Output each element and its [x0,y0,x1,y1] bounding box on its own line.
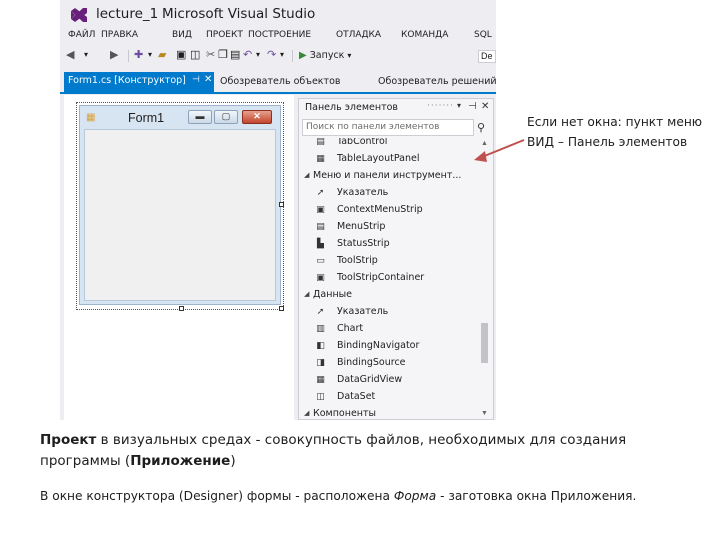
project-definition-text: в визуальных средах - совокупность файло… [40,432,627,469]
callout-note: Если нет окна: пункт меню ВИД – Панель э… [527,115,703,149]
designer-description-text: В окне конструктора (Designer) формы - р… [40,489,394,503]
designer-description-end: - заготовка окна Приложения. [436,489,637,503]
term-form: Форма [393,489,437,503]
term-project: Проект [40,432,97,448]
term-application: Приложение [130,453,231,469]
designer-description: В окне конструктора (Designer) формы - р… [40,486,680,507]
project-definition: Проект в визуальных средах - совокупност… [40,430,680,472]
project-definition-end: ) [230,453,236,469]
